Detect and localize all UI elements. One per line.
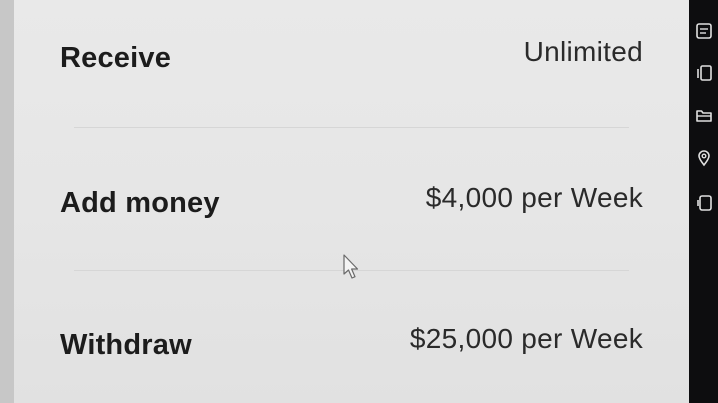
- limit-row-withdraw[interactable]: Withdraw $25,000 per Week: [60, 323, 643, 365]
- screen: Receive Unlimited Add money $4,000 per W…: [0, 0, 718, 403]
- limits-panel: Receive Unlimited Add money $4,000 per W…: [14, 0, 689, 403]
- location-pin-icon[interactable]: [693, 147, 715, 169]
- limit-row-add-money[interactable]: Add money $4,000 per Week: [60, 182, 643, 223]
- row-divider: [74, 127, 629, 128]
- limit-value: $4,000 per Week: [425, 182, 643, 213]
- document-icon[interactable]: [693, 20, 715, 42]
- mouse-cursor-icon: [343, 254, 359, 279]
- left-edge: [0, 0, 14, 403]
- limit-label: Withdraw: [60, 328, 192, 361]
- copy-icon[interactable]: [693, 62, 715, 84]
- tablet-icon[interactable]: [693, 192, 715, 214]
- limit-value: Unlimited: [523, 36, 643, 67]
- limit-label: Receive: [60, 41, 172, 74]
- limit-value: $25,000 per Week: [409, 323, 643, 354]
- limit-label: Add money: [60, 186, 220, 219]
- folder-icon[interactable]: [693, 104, 715, 126]
- right-sidebar: [689, 0, 718, 403]
- limit-row-receive[interactable]: Receive Unlimited: [60, 36, 643, 78]
